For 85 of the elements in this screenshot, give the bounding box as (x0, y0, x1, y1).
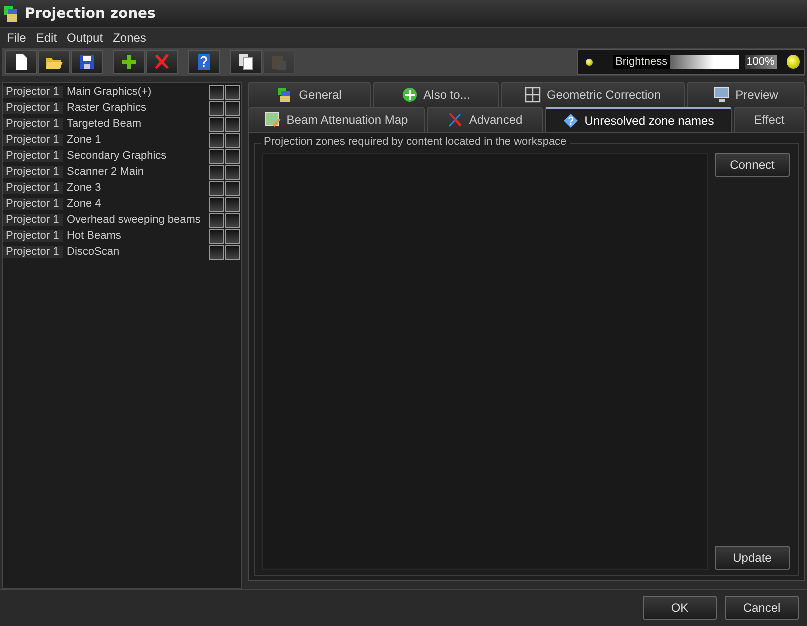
tab[interactable]: Also to... (373, 82, 499, 107)
zone-name[interactable]: DiscoScan (63, 246, 209, 258)
projector-cell: Projector 1 (3, 118, 63, 130)
tab[interactable]: General (248, 82, 371, 107)
zone-name[interactable]: Zone 4 (63, 198, 209, 210)
grid-icon (524, 87, 541, 103)
projector-cell: Projector 1 (3, 182, 63, 194)
checkbox[interactable] (209, 228, 224, 244)
projector-cell: Projector 1 (3, 166, 63, 178)
checkbox[interactable] (225, 180, 240, 196)
dim-icon (586, 58, 593, 66)
projector-cell: Projector 1 (3, 246, 63, 258)
checkbox[interactable] (225, 228, 240, 244)
folder-button[interactable] (38, 50, 70, 74)
copy-button[interactable] (230, 50, 262, 74)
projector-cell: Projector 1 (3, 102, 63, 114)
projector-cell: Projector 1 (3, 150, 63, 162)
ok-button[interactable]: OK (643, 596, 717, 620)
checkbox[interactable] (209, 212, 224, 228)
save-button[interactable] (71, 50, 103, 74)
checkbox[interactable] (209, 148, 224, 164)
projector-cell: Projector 1 (3, 230, 63, 242)
zone-name[interactable]: Zone 3 (63, 182, 209, 194)
menu-item[interactable]: File (2, 30, 32, 44)
checkbox[interactable] (209, 164, 224, 180)
map-icon (264, 112, 281, 128)
checkbox[interactable] (209, 100, 224, 116)
zone-name[interactable]: Targeted Beam (63, 118, 209, 130)
projector-cell: Projector 1 (3, 214, 63, 226)
menu-item[interactable]: Output (62, 30, 108, 44)
group-title: Projection zones required by content located in the workspace (261, 136, 570, 148)
monitor-icon (714, 87, 730, 103)
checkbox[interactable] (209, 196, 224, 212)
checkbox[interactable] (225, 84, 240, 100)
zone-name[interactable]: Raster Graphics (63, 102, 209, 114)
projector-cell: Projector 1 (3, 86, 63, 98)
question-icon (562, 112, 579, 128)
zone-name[interactable]: Overhead sweeping beams (63, 214, 209, 226)
tab[interactable]: Advanced (427, 107, 543, 132)
checkbox[interactable] (225, 116, 240, 132)
tools-icon (447, 112, 464, 128)
tab[interactable]: Unresolved zone names (545, 107, 732, 132)
plus-icon (402, 87, 418, 103)
document-button[interactable] (5, 50, 37, 74)
menu-item[interactable]: Zones (108, 30, 152, 44)
bright-icon (786, 55, 800, 69)
plus-icon (120, 53, 138, 71)
connect-button[interactable]: Connect (715, 153, 790, 177)
zone-name[interactable]: Zone 1 (63, 134, 209, 146)
checkbox[interactable] (209, 84, 224, 100)
zone-name[interactable]: Secondary Graphics (63, 150, 209, 162)
brightness-value: 100% (744, 55, 777, 69)
plus-button[interactable] (113, 50, 145, 74)
menu-item[interactable]: Edit (31, 30, 62, 44)
checkbox[interactable] (225, 100, 240, 116)
tab[interactable]: Effect (734, 107, 805, 132)
checkbox[interactable] (225, 244, 240, 260)
clipboard-icon (270, 53, 288, 71)
zone-name[interactable]: Main Graphics(+) (63, 86, 209, 98)
checkbox[interactable] (209, 116, 224, 132)
checkbox[interactable] (209, 132, 224, 148)
checkbox[interactable] (225, 196, 240, 212)
update-button[interactable]: Update (715, 546, 790, 570)
cross-button[interactable] (146, 50, 178, 74)
zone-name[interactable]: Scanner 2 Main (63, 166, 209, 178)
projector-cell: Projector 1 (3, 198, 63, 210)
copy-icon (237, 53, 255, 71)
checkbox[interactable] (225, 212, 240, 228)
projector-cell: Projector 1 (3, 134, 63, 146)
tab[interactable]: Preview (687, 82, 805, 107)
help-icon (195, 53, 213, 71)
tab[interactable]: Geometric Correction (501, 82, 685, 107)
save-icon (78, 53, 96, 71)
window-title: Projection zones (25, 6, 156, 22)
checkbox[interactable] (225, 148, 240, 164)
cross-icon (153, 53, 171, 71)
checkbox[interactable] (209, 180, 224, 196)
checkbox[interactable] (225, 132, 240, 148)
checkbox[interactable] (225, 164, 240, 180)
slider-label: Brightness (614, 55, 670, 69)
tab[interactable]: Beam Attenuation Map (248, 107, 425, 132)
zone-name[interactable]: Hot Beams (63, 230, 209, 242)
cancel-button[interactable]: Cancel (725, 596, 799, 620)
help-button[interactable] (188, 50, 220, 74)
checkbox[interactable] (209, 244, 224, 260)
